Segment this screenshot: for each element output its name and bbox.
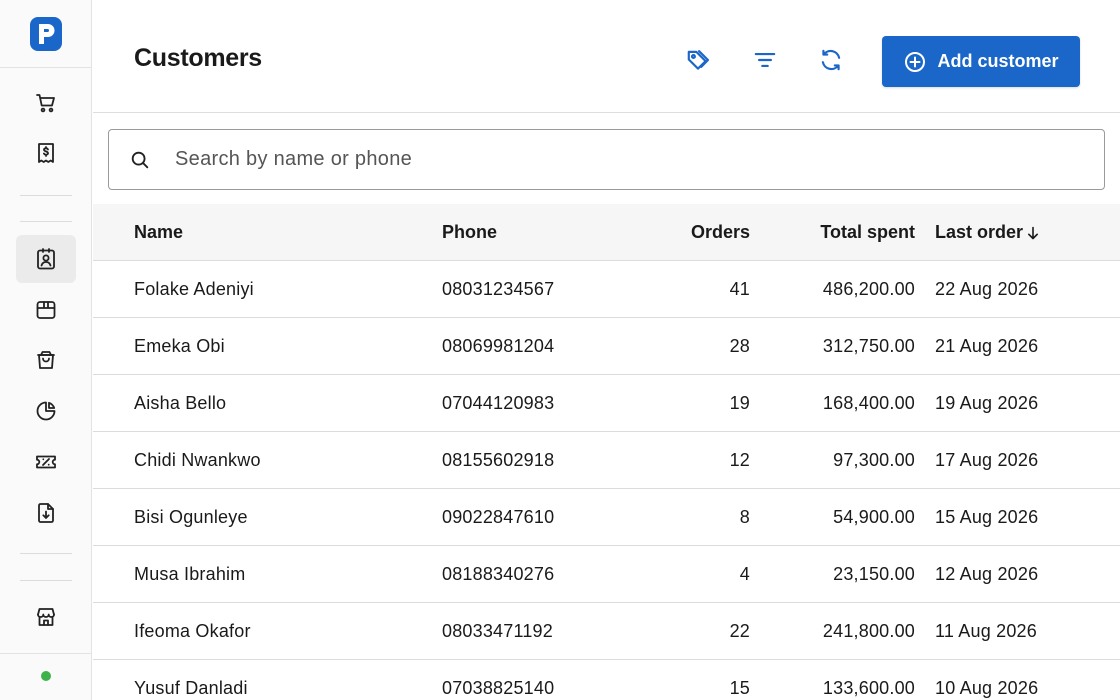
refresh-button[interactable] (817, 46, 845, 74)
customers-icon (37, 248, 55, 270)
sidebar (0, 0, 92, 700)
customer-orders: 19 (729, 393, 750, 413)
ticket-icon (36, 455, 56, 469)
search-icon (131, 151, 149, 168)
refresh-icon (821, 49, 841, 71)
customer-total-spent: 312,750.00 (822, 336, 915, 356)
search-input[interactable] (175, 148, 1075, 171)
tags-button[interactable] (684, 46, 712, 74)
tag-icon (687, 50, 710, 70)
customer-name: Musa Ibrahim (134, 564, 246, 584)
column-header-phone[interactable]: Phone (442, 204, 497, 261)
customer-orders: 28 (729, 336, 750, 356)
customer-last-order: 19 Aug 2026 (935, 393, 1039, 413)
sidebar-item-reports[interactable] (16, 387, 76, 435)
sidebar-footer-divider (0, 653, 92, 654)
customer-orders: 41 (729, 279, 750, 299)
customer-orders: 12 (729, 450, 750, 470)
customer-phone: 07044120983 (442, 393, 555, 413)
column-header-name[interactable]: Name (134, 204, 183, 261)
customer-total-spent: 241,800.00 (822, 621, 915, 641)
box-icon (36, 301, 56, 319)
column-header-orders[interactable]: Orders (653, 204, 750, 261)
customer-phone: 09022847610 (442, 507, 555, 527)
sidebar-divider (20, 195, 72, 196)
cart-icon (36, 94, 55, 113)
customer-last-order: 21 Aug 2026 (935, 336, 1039, 356)
customer-total-spent: 23,150.00 (833, 564, 915, 584)
customer-orders: 4 (739, 564, 750, 584)
column-header-last-order-label: Last order (935, 222, 1024, 242)
customer-last-order: 17 Aug 2026 (935, 450, 1039, 470)
table-row[interactable]: Aisha Bello 07044120983 19 168,400.00 19… (93, 375, 1120, 432)
sidebar-item-discounts[interactable] (16, 438, 76, 486)
plus-circle-icon (905, 51, 926, 72)
customer-name: Emeka Obi (134, 336, 225, 356)
page-title: Customers (134, 44, 262, 72)
customer-name: Bisi Ogunleye (134, 507, 248, 527)
table-row[interactable]: Emeka Obi 08069981204 28 312,750.00 21 A… (93, 318, 1120, 375)
customer-name: Aisha Bello (134, 393, 227, 413)
customer-name: Chidi Nwankwo (134, 450, 261, 470)
customer-phone: 08033471192 (442, 621, 553, 641)
sidebar-item-sales[interactable] (16, 129, 76, 177)
table-row[interactable]: Bisi Ogunleye 09022847610 8 54,900.00 15… (93, 489, 1120, 546)
customer-total-spent: 486,200.00 (822, 279, 915, 299)
logo[interactable] (0, 0, 92, 68)
customer-last-order: 11 Aug 2026 (935, 621, 1037, 641)
sidebar-item-store[interactable] (16, 593, 76, 641)
table-row[interactable]: Folake Adeniyi 08031234567 41 486,200.00… (93, 261, 1120, 318)
customer-total-spent: 168,400.00 (822, 393, 915, 413)
customer-orders: 8 (739, 507, 750, 527)
pie-chart-icon (36, 401, 56, 421)
customer-phone: 08069981204 (442, 336, 555, 356)
sidebar-divider (20, 580, 72, 581)
customer-total-spent: 54,900.00 (833, 507, 915, 527)
sidebar-item-customers[interactable] (16, 235, 76, 283)
customers-table: Name Phone Orders Total spent Last order… (93, 204, 1120, 700)
sidebar-item-orders[interactable] (16, 336, 76, 384)
column-header-total-spent[interactable]: Total spent (773, 204, 915, 261)
bag-icon (37, 351, 55, 369)
table-row[interactable]: Chidi Nwankwo 08155602918 12 97,300.00 1… (93, 432, 1120, 489)
filter-button[interactable] (751, 46, 779, 74)
sidebar-item-import[interactable] (16, 489, 76, 537)
file-download-icon (38, 503, 54, 523)
customer-total-spent: 133,600.00 (822, 678, 915, 698)
receipt-icon (38, 143, 54, 163)
filter-icon (754, 52, 776, 68)
online-status-indicator (41, 671, 51, 681)
search-bar[interactable] (108, 129, 1105, 190)
add-customer-label: Add customer (937, 51, 1059, 71)
customer-phone: 07038825140 (442, 678, 555, 698)
column-header-last-order[interactable]: Last order (935, 204, 1041, 261)
customer-last-order: 12 Aug 2026 (935, 564, 1039, 584)
customer-last-order: 10 Aug 2026 (935, 678, 1039, 698)
customer-name: Yusuf Danladi (134, 678, 248, 698)
customer-name: Folake Adeniyi (134, 279, 254, 299)
customer-name: Ifeoma Okafor (134, 621, 251, 641)
sort-descending-icon (1028, 226, 1039, 239)
customer-total-spent: 97,300.00 (833, 450, 915, 470)
table-header: Name Phone Orders Total spent Last order (93, 204, 1120, 261)
add-customer-button[interactable]: Add customer (882, 36, 1080, 87)
sidebar-divider (20, 221, 72, 222)
sidebar-item-products[interactable] (16, 286, 76, 334)
table-row[interactable]: Yusuf Danladi 07038825140 15 133,600.00 … (93, 660, 1120, 700)
customer-orders: 22 (729, 621, 750, 641)
customer-phone: 08031234567 (442, 279, 555, 299)
customer-last-order: 15 Aug 2026 (935, 507, 1039, 527)
page-header: Customers Add customer (93, 0, 1120, 113)
table-row[interactable]: Musa Ibrahim 08188340276 4 23,150.00 12 … (93, 546, 1120, 603)
store-icon (37, 608, 55, 626)
table-row[interactable]: Ifeoma Okafor 08033471192 22 241,800.00 … (93, 603, 1120, 660)
sidebar-item-cart[interactable] (16, 79, 76, 127)
customer-orders: 15 (729, 678, 750, 698)
customer-phone: 08155602918 (442, 450, 555, 470)
customer-last-order: 22 Aug 2026 (935, 279, 1039, 299)
logo-mark (30, 16, 62, 51)
customer-phone: 08188340276 (442, 564, 555, 584)
sidebar-divider (20, 553, 72, 554)
